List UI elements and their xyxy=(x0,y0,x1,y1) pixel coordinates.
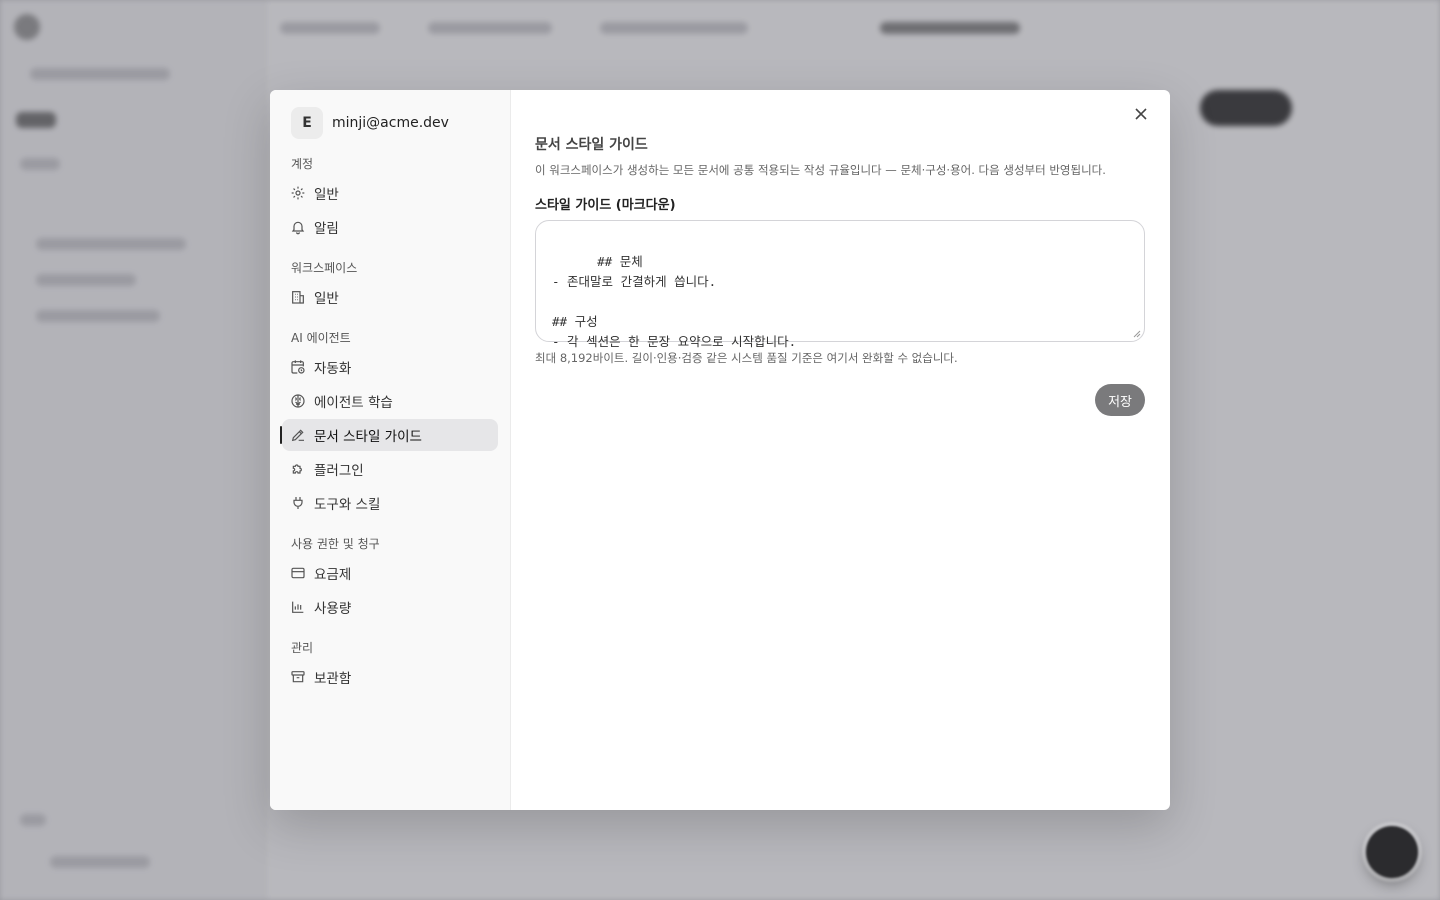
nav-section-ai-agent: AI 에이전트 xyxy=(291,331,351,345)
account-email: minji@acme.dev xyxy=(332,114,449,131)
nav-section-workspace: 워크스페이스 xyxy=(291,261,358,275)
nav-item-label: 알림 xyxy=(314,221,339,237)
gear-icon xyxy=(290,185,306,201)
puzzle-icon xyxy=(290,461,306,477)
nav-item-label: 자동화 xyxy=(314,361,352,377)
bar-chart-icon xyxy=(290,599,306,615)
nav-item-archive[interactable]: 보관함 xyxy=(282,661,498,693)
resize-handle-icon[interactable] xyxy=(1133,330,1141,338)
nav-item-label: 요금제 xyxy=(314,567,352,583)
byte-limit-hint: 최대 8,192바이트. 길이·인용·검증 같은 시스템 품질 기준은 여기서 … xyxy=(535,351,958,365)
nav-item-workspace-general[interactable]: 일반 xyxy=(282,281,498,313)
nav-item-label: 에이전트 학습 xyxy=(314,395,393,411)
nav-item-label: 일반 xyxy=(314,187,339,203)
close-icon xyxy=(1134,106,1148,125)
nav-item-agent-learning[interactable]: 에이전트 학습 xyxy=(282,385,498,417)
style-guide-field-label: 스타일 가이드 (마크다운) xyxy=(535,198,676,213)
nav-item-account-general[interactable]: 일반 xyxy=(282,177,498,209)
nav-item-plans[interactable]: 요금제 xyxy=(282,557,498,589)
brain-icon xyxy=(290,393,306,409)
nav-item-plugins[interactable]: 플러그인 xyxy=(282,453,498,485)
nav-item-style-guide[interactable]: 문서 스타일 가이드 xyxy=(280,419,498,451)
save-button[interactable]: 저장 xyxy=(1095,384,1145,416)
style-guide-text: ## 문체 - 존대말로 간결하게 씁니다. ## 구성 - 각 섹션은 한 문… xyxy=(552,254,797,349)
page-title: 문서 스타일 가이드 xyxy=(535,137,648,153)
nav-item-notifications[interactable]: 알림 xyxy=(282,211,498,243)
settings-nav: E minji@acme.dev 계정 일반 알림 워크스페이스 일반 AI 에… xyxy=(270,90,511,810)
avatar: E xyxy=(291,106,323,139)
nav-item-label: 사용량 xyxy=(314,601,352,617)
nav-section-billing: 사용 권한 및 청구 xyxy=(291,537,380,551)
building-icon xyxy=(290,289,306,305)
help-fab-button xyxy=(1366,826,1418,878)
nav-item-label: 보관함 xyxy=(314,671,352,687)
pen-icon xyxy=(290,427,306,443)
nav-item-label: 일반 xyxy=(314,291,339,307)
nav-item-label: 도구와 스킬 xyxy=(314,497,381,513)
credit-card-icon xyxy=(290,565,306,581)
nav-section-account: 계정 xyxy=(291,157,314,171)
close-button[interactable] xyxy=(1130,104,1152,126)
nav-item-usage[interactable]: 사용량 xyxy=(282,591,498,623)
plug-icon xyxy=(290,495,306,511)
nav-item-tools-skills[interactable]: 도구와 스킬 xyxy=(282,487,498,519)
page-description: 이 워크스페이스가 생성하는 모든 문서에 공통 적용되는 작성 규율입니다 —… xyxy=(535,163,1106,177)
nav-item-automation[interactable]: 자동화 xyxy=(282,351,498,383)
save-row: 저장 xyxy=(535,384,1145,416)
settings-content: 문서 스타일 가이드 이 워크스페이스가 생성하는 모든 문서에 공통 적용되는… xyxy=(511,90,1170,810)
settings-modal: E minji@acme.dev 계정 일반 알림 워크스페이스 일반 AI 에… xyxy=(270,90,1170,810)
style-guide-textarea[interactable]: ## 문체 - 존대말로 간결하게 씁니다. ## 구성 - 각 섹션은 한 문… xyxy=(535,220,1145,349)
bell-icon xyxy=(290,219,306,235)
archive-icon xyxy=(290,669,306,685)
calendar-clock-icon xyxy=(290,359,306,375)
nav-section-admin: 관리 xyxy=(291,641,314,655)
nav-item-label: 문서 스타일 가이드 xyxy=(314,429,422,445)
nav-item-label: 플러그인 xyxy=(314,463,364,479)
account-header: E minji@acme.dev xyxy=(282,106,498,139)
